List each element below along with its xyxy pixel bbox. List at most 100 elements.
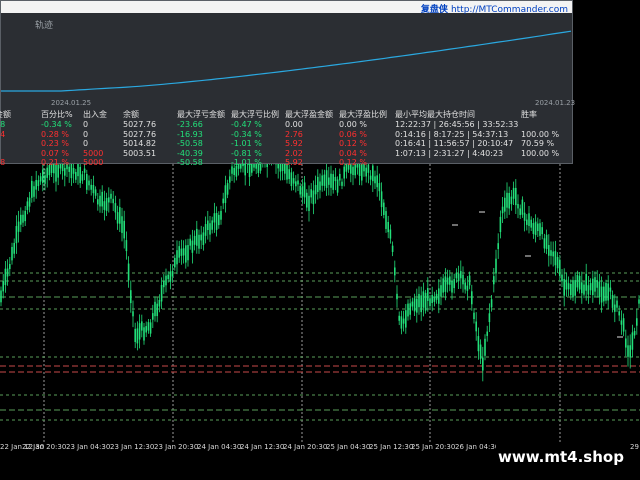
candle-body bbox=[440, 285, 442, 297]
candle-body bbox=[477, 336, 480, 352]
candle-body bbox=[64, 167, 66, 176]
candle-body bbox=[554, 251, 557, 266]
stats-cell-max_loss: -23.66 bbox=[177, 120, 203, 129]
candle-body bbox=[20, 214, 22, 225]
candle-body bbox=[160, 284, 163, 302]
candle-body bbox=[504, 197, 506, 212]
candle-body bbox=[171, 271, 174, 277]
candle-body bbox=[466, 285, 469, 291]
candle-body bbox=[83, 168, 86, 173]
candle-body bbox=[70, 161, 73, 179]
candle-body bbox=[2, 281, 4, 292]
stats-cell-max_gain_pct: 0.04 % bbox=[339, 148, 367, 158]
candle-body bbox=[17, 221, 20, 232]
candle-body bbox=[138, 323, 141, 340]
candle-body bbox=[130, 290, 132, 304]
candle-body bbox=[420, 295, 422, 313]
stats-cell-flow: 0 bbox=[83, 120, 89, 129]
candle-body bbox=[35, 180, 37, 190]
candle-body bbox=[596, 280, 598, 288]
candle-body bbox=[174, 257, 176, 268]
time-axis-label: 24 Jan 20:30 bbox=[283, 443, 328, 451]
candle-body bbox=[493, 276, 495, 285]
candle-body bbox=[11, 246, 13, 261]
equity-curve bbox=[1, 30, 572, 92]
candle-body bbox=[442, 278, 444, 293]
candle-body bbox=[22, 214, 24, 223]
candle-body bbox=[343, 166, 345, 179]
candle-body bbox=[614, 304, 616, 312]
candle-body bbox=[565, 279, 568, 290]
candle-body bbox=[55, 164, 57, 182]
price-levels bbox=[0, 272, 640, 421]
candle-body bbox=[402, 318, 405, 324]
candle-body bbox=[215, 212, 218, 230]
candle-body bbox=[6, 268, 9, 277]
candle-body bbox=[15, 226, 18, 244]
candle-body bbox=[207, 220, 209, 231]
candle-body bbox=[438, 288, 440, 304]
equity-line bbox=[1, 30, 572, 92]
stats-cell-max_loss: -50.58 bbox=[177, 158, 203, 167]
equity-date-end: 2024.01.23 bbox=[535, 99, 576, 107]
candle-body bbox=[125, 240, 128, 252]
stats-cell-times: 0:16:41 | 11:56:57 | 20:10:47 bbox=[395, 139, 514, 148]
candle-body bbox=[444, 276, 447, 292]
candle-body bbox=[631, 332, 634, 350]
stats-cell-max_gain: 5.92 bbox=[285, 158, 303, 167]
candle-body bbox=[367, 164, 370, 173]
stats-cell-flow: 0 bbox=[83, 139, 89, 148]
candle-body bbox=[521, 199, 524, 215]
candle-body bbox=[479, 344, 482, 359]
candle-body bbox=[424, 292, 427, 311]
candle-body bbox=[119, 207, 121, 224]
stats-cell-max_loss: -16.93 bbox=[177, 129, 203, 139]
candle-body bbox=[416, 298, 418, 313]
candle-body bbox=[211, 220, 213, 230]
candle-body bbox=[633, 330, 636, 336]
candle-body bbox=[625, 338, 627, 348]
candle-body bbox=[530, 219, 532, 228]
candle-body bbox=[471, 291, 473, 305]
stats-cell-times: 0:14:16 | 8:17:25 | 54:37:13 bbox=[395, 129, 509, 139]
candle-body bbox=[611, 294, 614, 308]
stats-cell-max_gain_pct: 0.12 % bbox=[339, 139, 367, 148]
candle-body bbox=[196, 228, 198, 246]
candle-body bbox=[512, 187, 515, 199]
candle-body bbox=[187, 245, 189, 261]
candle-body bbox=[204, 224, 207, 236]
stats-cell-pct: 0.23 % bbox=[41, 139, 69, 148]
candle-body bbox=[407, 303, 409, 317]
candle-body bbox=[627, 345, 629, 357]
candle-body bbox=[541, 227, 543, 235]
candle-body bbox=[281, 163, 284, 172]
candle-body bbox=[108, 197, 110, 203]
candle-body bbox=[332, 174, 334, 190]
candle-body bbox=[132, 311, 134, 317]
stats-cell-max_gain: 2.76 bbox=[285, 129, 303, 139]
candle-body bbox=[528, 213, 530, 226]
candle-body bbox=[9, 263, 11, 270]
candle-body bbox=[339, 173, 341, 181]
candle-body bbox=[587, 285, 590, 295]
candle-body bbox=[121, 216, 123, 233]
candle-body bbox=[114, 203, 117, 213]
time-axis-label: 29 bbox=[630, 443, 639, 451]
candle-body bbox=[288, 169, 290, 180]
candle-body bbox=[330, 173, 332, 188]
candle-body bbox=[548, 245, 550, 256]
stats-header-cell: 最大浮盈比例 bbox=[339, 110, 387, 119]
candle-body bbox=[218, 214, 220, 226]
time-axis-label: 23 Jan 12:30 bbox=[110, 443, 155, 451]
panel-header: 复盘侠 http://MTCommander.com bbox=[1, 1, 572, 15]
candle-body bbox=[103, 201, 106, 210]
stats-cell-amount: 58 bbox=[0, 158, 6, 167]
candle-body bbox=[435, 293, 438, 300]
stats-cell-balance: 5003.51 bbox=[123, 148, 157, 158]
candle-body bbox=[4, 268, 7, 286]
candle-body bbox=[532, 223, 535, 234]
stats-cell-pct: 0.28 % bbox=[41, 129, 69, 139]
stats-cell-flow: 5000 bbox=[83, 158, 104, 167]
candle-body bbox=[556, 256, 559, 269]
candle-body bbox=[306, 192, 308, 208]
